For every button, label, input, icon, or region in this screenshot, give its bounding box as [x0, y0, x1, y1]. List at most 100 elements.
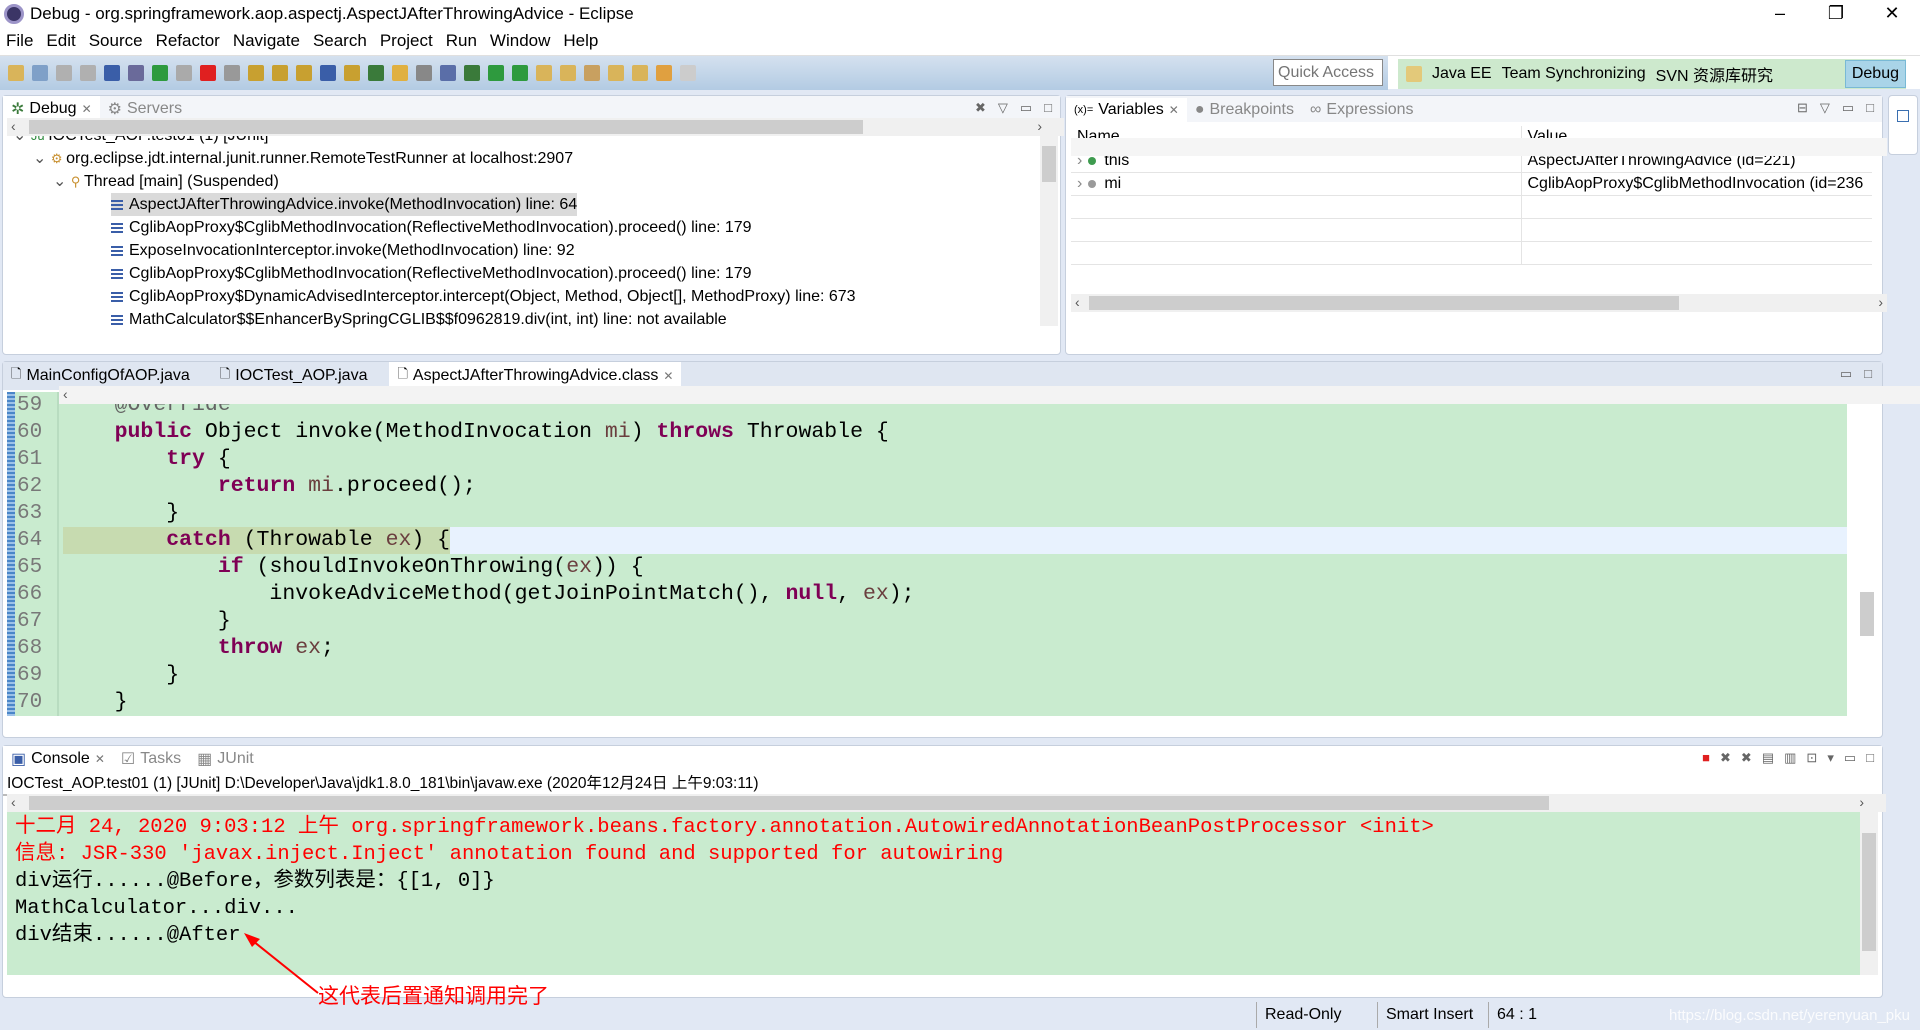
menu-refactor[interactable]: Refactor	[156, 31, 220, 51]
display-console-icon[interactable]: ▾	[1827, 750, 1834, 766]
restore-button[interactable]: ❐	[1808, 0, 1864, 27]
toggle-mark-icon[interactable]	[392, 65, 408, 81]
close-icon[interactable]: ✕	[82, 102, 92, 116]
save-icon[interactable]	[56, 65, 72, 81]
close-icon[interactable]: ✕	[1169, 103, 1179, 117]
forward-icon[interactable]	[680, 65, 696, 81]
maximize-view-icon[interactable]: □	[1866, 750, 1874, 766]
console-hscroll[interactable]: ‹ ›	[7, 794, 1886, 812]
view-menu-icon[interactable]: ▽	[1820, 100, 1830, 116]
stack-frame[interactable]: ⌄ ⚲ Thread [main] (Suspended)	[53, 170, 1038, 193]
new-icon[interactable]	[8, 65, 24, 81]
code-line[interactable]: throw ex;	[63, 635, 1847, 662]
pin-console-icon[interactable]: ⊡	[1806, 750, 1817, 766]
variable-row[interactable]: › mi CglibAopProxy$CglibMethodInvocation (…	[1071, 172, 1872, 196]
expand-chevron-icon[interactable]: ⌄	[53, 173, 71, 190]
perspective-svn[interactable]: SVN 资源库研究	[1656, 62, 1773, 86]
terminate-icon[interactable]	[200, 65, 216, 81]
close-icon[interactable]: ✕	[95, 752, 105, 766]
disconnect-icon[interactable]	[224, 65, 240, 81]
toggle-block-icon[interactable]	[416, 65, 432, 81]
code-line[interactable]: return mi.proceed();	[63, 473, 1847, 500]
perspective-debug[interactable]: Debug	[1844, 60, 1906, 88]
code-line[interactable]: }	[63, 500, 1847, 527]
editor-hscroll[interactable]: ‹›	[59, 386, 1920, 404]
collapse-all-icon[interactable]: ⊟	[1797, 100, 1808, 116]
editor-vscroll[interactable]	[1858, 392, 1876, 716]
debug-icon[interactable]	[464, 65, 480, 81]
resume-icon[interactable]	[152, 65, 168, 81]
code-line[interactable]: }	[63, 608, 1847, 635]
code-line[interactable]: invokeAdviceMethod(getJoinPointMatch(), …	[63, 581, 1847, 608]
stack-frame[interactable]: CglibAopProxy$DynamicAdvisedInterceptor.…	[111, 285, 1038, 308]
suspend-icon[interactable]	[176, 65, 192, 81]
drop-to-frame-icon[interactable]	[320, 65, 336, 81]
code-line[interactable]: }	[63, 662, 1847, 689]
next-annotation-icon[interactable]	[608, 65, 624, 81]
close-icon[interactable]: ✕	[663, 369, 673, 383]
menu-search[interactable]: Search	[313, 31, 367, 51]
menu-edit[interactable]: Edit	[46, 31, 75, 51]
minimize-editor-icon[interactable]: ▭	[1840, 366, 1852, 382]
search-icon[interactable]	[584, 65, 600, 81]
menu-project[interactable]: Project	[380, 31, 433, 51]
clear-console-icon[interactable]: ▤	[1762, 750, 1774, 766]
code-line[interactable]: try {	[63, 446, 1847, 473]
minimize-button[interactable]: –	[1752, 0, 1808, 27]
run-icon[interactable]	[488, 65, 504, 81]
stack-frame[interactable]: ⌄ ⚙ org.eclipse.jdt.internal.junit.runne…	[33, 147, 1038, 170]
code-line[interactable]: public Object invoke(MethodInvocation mi…	[63, 419, 1847, 446]
step-into-icon[interactable]	[248, 65, 264, 81]
back-icon[interactable]	[656, 65, 672, 81]
open-type-icon[interactable]	[368, 65, 384, 81]
open-file-icon[interactable]	[560, 65, 576, 81]
maximize-view-icon[interactable]: □	[1866, 100, 1874, 116]
menu-window[interactable]: Window	[490, 31, 550, 51]
perspective-java-ee[interactable]: Java EE	[1432, 65, 1492, 83]
tab-breakpoints[interactable]: ● Breakpoints	[1187, 98, 1302, 122]
open-folder-icon[interactable]	[536, 65, 552, 81]
step-over-icon[interactable]	[272, 65, 288, 81]
view-menu-icon[interactable]: ▽	[998, 100, 1008, 116]
menu-source[interactable]: Source	[89, 31, 143, 51]
debug-vscroll[interactable]	[1040, 126, 1058, 326]
variables-hscroll[interactable]: ‹ ›	[1071, 294, 1887, 312]
scroll-lock-icon[interactable]: ▥	[1784, 750, 1796, 766]
code-line[interactable]: }	[63, 689, 1847, 716]
stack-frame[interactable]: ExposeInvocationInterceptor.invoke(Metho…	[111, 239, 1038, 262]
trim-stack[interactable]	[1888, 95, 1918, 155]
run-server-icon[interactable]	[512, 65, 528, 81]
code-editor[interactable]: 59 @Override 60 public Object invoke(Meth…	[7, 392, 1847, 716]
minimize-view-icon[interactable]: ▭	[1020, 100, 1032, 116]
remove-launches-icon[interactable]: ✖	[975, 100, 986, 116]
new-type-icon[interactable]	[32, 65, 48, 81]
menu-help[interactable]: Help	[563, 31, 598, 51]
tab-junit[interactable]: ▦ JUnit	[189, 746, 262, 772]
save-all-icon[interactable]	[80, 65, 96, 81]
remove-all-icon[interactable]: ✖	[1741, 750, 1752, 766]
maximize-view-icon[interactable]: □	[1044, 100, 1052, 116]
code-line[interactable]: if (shouldInvokeOnThrowing(ex)) {	[63, 554, 1847, 581]
menu-run[interactable]: Run	[446, 31, 477, 51]
variable-name-cell[interactable]: › mi	[1071, 172, 1522, 196]
step-return-icon[interactable]	[296, 65, 312, 81]
open-perspective-icon[interactable]	[1406, 66, 1422, 82]
use-step-filters-icon[interactable]	[344, 65, 360, 81]
stack-frame[interactable]: CglibAopProxy$CglibMethodInvocation(Refl…	[111, 216, 1038, 239]
tab-expressions[interactable]: ∞ Expressions	[1302, 98, 1422, 122]
tab-console[interactable]: ▣ Console ✕	[3, 746, 113, 772]
restore-icon[interactable]	[1897, 110, 1909, 122]
code-line[interactable]: catch (Throwable ex) {	[63, 527, 1847, 554]
stack-frame[interactable]: CglibAopProxy$CglibMethodInvocation(Refl…	[111, 262, 1038, 285]
perspective-team-sync[interactable]: Team Synchronizing	[1502, 65, 1646, 83]
minimize-view-icon[interactable]: ▭	[1844, 750, 1856, 766]
menu-file[interactable]: File	[6, 31, 33, 51]
stack-frame[interactable]: MathCalculator$$EnhancerBySpringCGLIB$$f…	[111, 308, 1038, 331]
stack-frame[interactable]: AspectJAfterThrowingAdvice.invoke(Method…	[111, 193, 578, 216]
console-vscroll[interactable]	[1860, 797, 1878, 975]
expand-chevron-icon[interactable]: ›	[1077, 175, 1082, 192]
expand-chevron-icon[interactable]: ⌄	[33, 150, 51, 167]
prev-annotation-icon[interactable]	[632, 65, 648, 81]
open-console-icon[interactable]	[104, 65, 120, 81]
show-whitespace-icon[interactable]	[440, 65, 456, 81]
